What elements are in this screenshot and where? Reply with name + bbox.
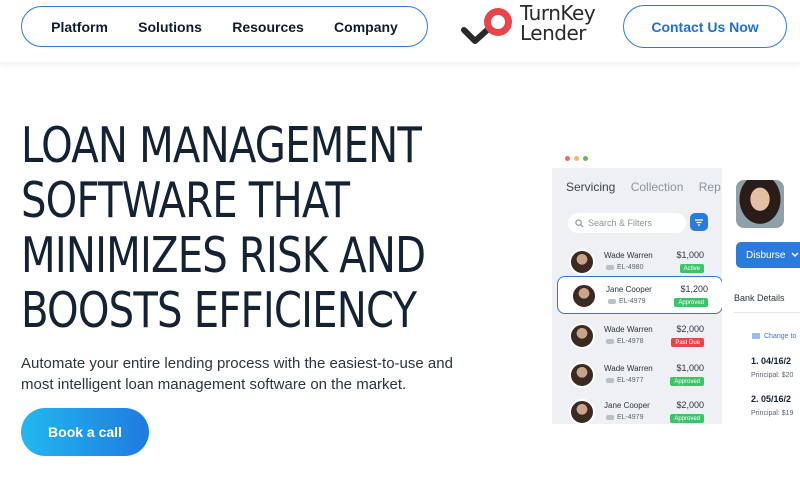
logo-wordmark[interactable]: TurnKey Lender xyxy=(520,1,596,45)
hero-title-line-2: SOFTWARE THAT xyxy=(21,172,350,229)
status-badge: Approved xyxy=(674,298,708,307)
nav-solutions[interactable]: Solutions xyxy=(138,19,202,35)
avatar xyxy=(571,283,597,309)
tag-icon xyxy=(606,378,614,383)
avatar xyxy=(569,399,595,424)
loan-amount: $2,000 xyxy=(676,400,704,410)
payment-principal: Principal: $19 xyxy=(751,410,794,417)
status-badge: Past Due xyxy=(671,338,704,347)
tag-icon xyxy=(606,265,614,270)
tab-collection[interactable]: Collection xyxy=(631,180,684,194)
loan-id-text: EL-4978 xyxy=(617,338,644,345)
nav-resources[interactable]: Resources xyxy=(232,19,304,35)
hero-title-line-3: MINIMIZES RISK AND xyxy=(21,227,426,284)
status-badge: Approved xyxy=(670,414,704,423)
loan-id-text: EL-4980 xyxy=(617,264,644,271)
contact-us-button[interactable]: Contact Us Now xyxy=(623,5,787,48)
divider xyxy=(734,312,800,313)
loan-row-selected[interactable]: Jane Cooper EL-4979 $1,200 Approved xyxy=(557,276,722,314)
loan-name: Wade Warren xyxy=(604,325,653,334)
window-dots xyxy=(565,156,588,161)
site-header: Platform Solutions Resources Company Tur… xyxy=(0,0,800,62)
hero-subtitle-line-2: most intelligent loan management softwar… xyxy=(21,376,407,393)
loan-amount: $1,000 xyxy=(676,363,704,373)
loan-id: EL-4978 xyxy=(606,338,643,345)
loan-id-text: EL-4979 xyxy=(617,414,644,421)
loan-id-text: EL-4979 xyxy=(619,298,646,305)
avatar xyxy=(569,362,595,388)
search-icon xyxy=(575,218,584,227)
logo-line-1: TurnKey xyxy=(520,1,596,25)
loan-name: Wade Warren xyxy=(604,364,653,373)
loan-id: EL-4979 xyxy=(606,414,643,421)
hero-title-line-1: LOAN MANAGEMENT xyxy=(21,117,422,174)
disburse-button[interactable]: Disburse xyxy=(736,242,800,268)
loan-name: Wade Warren xyxy=(604,251,653,260)
window-dot-yellow-icon xyxy=(574,156,579,161)
book-a-call-button[interactable]: Book a call xyxy=(21,408,149,456)
disburse-label: Disburse xyxy=(746,249,786,261)
status-badge: Approved xyxy=(670,377,704,386)
loan-detail-panel: Disburse Bank Details Change to 1. 04/16… xyxy=(722,168,800,424)
filter-icon xyxy=(695,218,703,226)
loan-id: EL-4977 xyxy=(606,377,643,384)
hero-subtitle: Automate your entire lending process wit… xyxy=(21,353,521,395)
hero-title-line-4: BOOSTS EFFICIENCY xyxy=(21,282,417,339)
payment-principal: Principal: $20 xyxy=(751,372,794,379)
loan-id: EL-4979 xyxy=(608,298,645,305)
loan-name: Jane Cooper xyxy=(606,285,652,294)
window-dot-green-icon xyxy=(583,156,588,161)
tab-servicing[interactable]: Servicing xyxy=(566,180,615,194)
payment-item: 1. 04/16/2 xyxy=(751,356,792,366)
tag-icon xyxy=(608,299,616,304)
hero-title: LOAN MANAGEMENT SOFTWARE THAT MINIMIZES … xyxy=(21,118,447,338)
change-to-label: Change to xyxy=(764,333,797,340)
main-nav: Platform Solutions Resources Company xyxy=(21,6,428,47)
hero-subtitle-line-1: Automate your entire lending process wit… xyxy=(21,355,453,372)
search-placeholder: Search & Filters xyxy=(588,218,653,228)
loan-name: Jane Cooper xyxy=(604,401,650,410)
mock-tabs: Servicing Collection Rep xyxy=(566,180,722,194)
loan-list-panel: Servicing Collection Rep Search & Filter… xyxy=(552,168,722,424)
tag-icon xyxy=(606,339,614,344)
change-to-link[interactable]: Change to xyxy=(752,333,796,340)
nav-company[interactable]: Company xyxy=(334,19,398,35)
loan-id: EL-4980 xyxy=(606,264,643,271)
bank-details-heading: Bank Details xyxy=(734,293,785,303)
list-icon xyxy=(752,333,760,339)
window-dot-red-icon xyxy=(565,156,570,161)
loan-amount: $1,200 xyxy=(680,284,708,294)
nav-platform[interactable]: Platform xyxy=(51,19,108,35)
loan-amount: $1,000 xyxy=(676,250,704,260)
loan-row[interactable]: Wade Warren EL-4977 $1,000 Approved xyxy=(556,356,718,394)
tag-icon xyxy=(606,415,614,420)
payment-item: 2. 05/16/2 xyxy=(751,394,792,404)
tab-reports[interactable]: Rep xyxy=(699,180,721,194)
avatar xyxy=(569,249,595,275)
search-input[interactable]: Search & Filters xyxy=(568,213,686,233)
borrower-photo xyxy=(736,180,784,228)
loan-id-text: EL-4977 xyxy=(617,377,644,384)
avatar xyxy=(569,323,595,349)
loan-row[interactable]: Jane Cooper EL-4979 $2,000 Approved xyxy=(556,393,718,424)
status-badge: Active xyxy=(679,264,704,273)
loan-amount: $2,000 xyxy=(676,324,704,334)
loan-row[interactable]: Wade Warren EL-4978 $2,000 Past Due xyxy=(556,317,718,355)
filter-button[interactable] xyxy=(690,213,708,231)
logo-line-2: Lender xyxy=(520,21,587,45)
chevron-down-icon xyxy=(791,252,799,257)
